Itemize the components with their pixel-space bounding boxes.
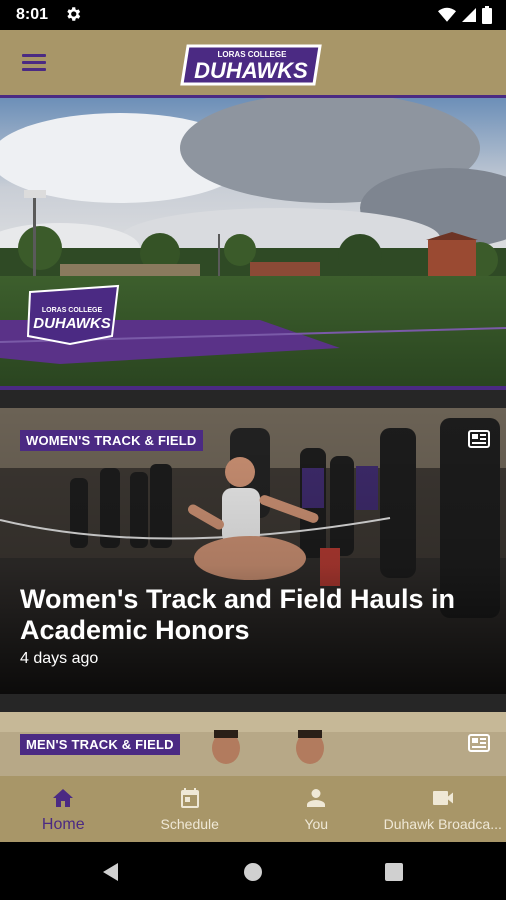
nav-you-label: You xyxy=(304,816,329,832)
nav-you[interactable]: You xyxy=(253,776,380,842)
bottom-navigation: Home Schedule You Duhawk Broadca... xyxy=(0,776,506,842)
battery-icon xyxy=(482,6,492,24)
article-timestamp: 4 days ago xyxy=(20,650,99,667)
article-title: Women's Track and Field Hauls in Academi… xyxy=(20,584,456,645)
status-bar: 8:01 xyxy=(0,0,506,30)
nav-duhawk-broadcast[interactable]: Duhawk Broadca... xyxy=(380,776,506,842)
news-article-icon xyxy=(468,430,490,448)
back-icon[interactable] xyxy=(100,861,122,883)
home-icon xyxy=(53,789,74,807)
stadium-photo: LORAS COLLEGE DUHAWKS xyxy=(0,98,506,386)
category-badge: WOMEN'S TRACK & FIELD xyxy=(20,430,203,451)
calendar-icon xyxy=(180,788,199,808)
divider xyxy=(0,694,506,712)
nav-home-label: Home xyxy=(41,816,85,833)
person-icon xyxy=(307,789,326,807)
divider xyxy=(0,390,506,408)
field-logo-line1: LORAS COLLEGE xyxy=(42,307,103,314)
news-card[interactable]: WOMEN'S TRACK & FIELD Women's Track and … xyxy=(0,408,506,694)
nav-schedule-label: Schedule xyxy=(160,816,219,832)
logo-line2: DUHAWKS xyxy=(194,58,308,83)
duhawks-logo: LORAS COLLEGE DUHAWKS xyxy=(180,44,322,86)
nav-schedule[interactable]: Schedule xyxy=(127,776,254,842)
hamburger-menu-icon[interactable] xyxy=(22,50,58,78)
wifi-icon xyxy=(438,7,456,22)
app-header: LORAS COLLEGE DUHAWKS xyxy=(0,30,506,98)
status-icons xyxy=(438,6,492,24)
nav-home[interactable]: Home xyxy=(0,776,127,842)
news-article-icon xyxy=(468,734,490,752)
settings-gear-icon xyxy=(67,7,81,21)
home-circle-icon[interactable] xyxy=(243,861,263,883)
recents-icon[interactable] xyxy=(384,861,404,883)
system-navigation-bar xyxy=(0,842,506,900)
signal-icon xyxy=(462,8,476,22)
news-card[interactable]: MEN'S TRACK & FIELD xyxy=(0,712,506,776)
video-camera-icon xyxy=(432,791,453,805)
category-badge: MEN'S TRACK & FIELD xyxy=(20,734,180,755)
hero-image: LORAS COLLEGE DUHAWKS xyxy=(0,98,506,386)
status-time: 8:01 xyxy=(16,6,49,23)
field-logo-line2: DUHAWKS xyxy=(33,315,111,332)
nav-duhawk-broadcast-label: Duhawk Broadca... xyxy=(383,816,502,832)
